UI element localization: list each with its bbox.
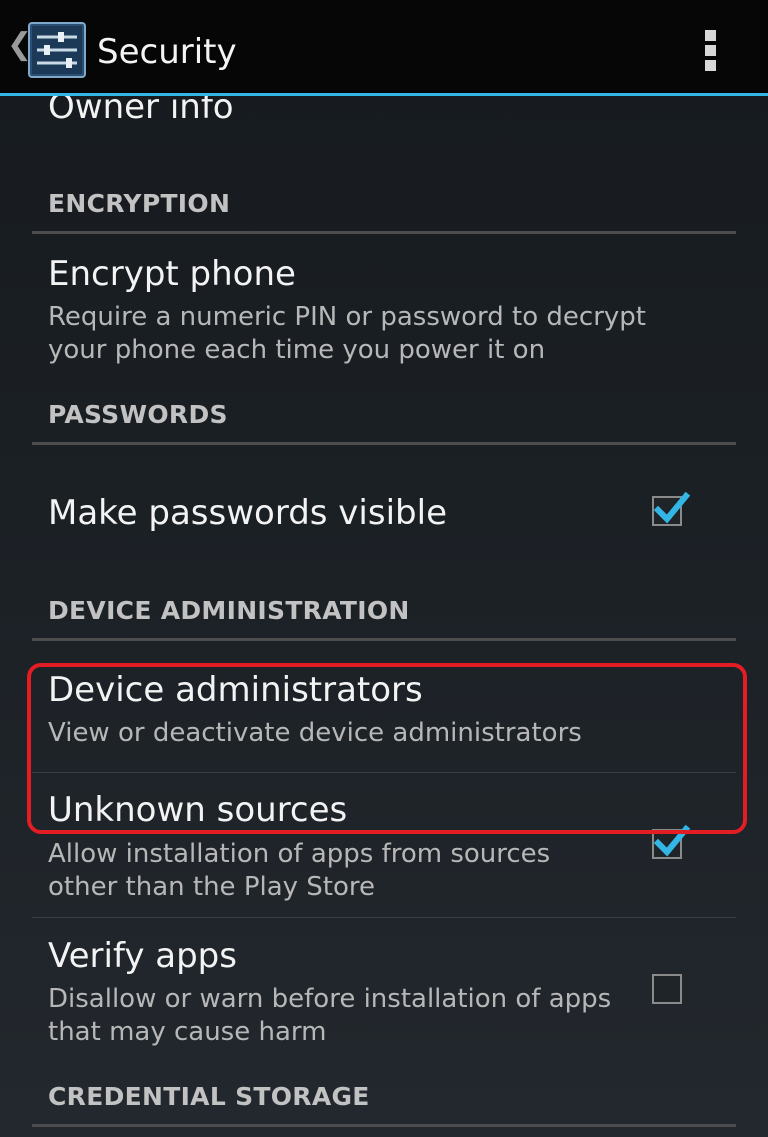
make-passwords-visible-checkbox[interactable] <box>652 491 691 526</box>
settings-sliders-icon[interactable] <box>28 22 86 78</box>
section-divider <box>32 442 736 445</box>
verify-apps-checkbox[interactable] <box>652 974 682 1004</box>
section-header-device-administration: DEVICE ADMINISTRATION <box>48 596 410 625</box>
highlight-box <box>27 663 747 834</box>
unknown-sources-summary: Allow installation of apps from sources … <box>48 839 551 902</box>
action-bar: ❮ Security <box>0 0 768 96</box>
section-header-encryption: ENCRYPTION <box>48 189 231 218</box>
page-title: Security <box>97 32 237 72</box>
encrypt-phone-summary: Require a numeric PIN or password to dec… <box>48 302 646 365</box>
encrypt-phone-title: Encrypt phone <box>48 254 296 294</box>
section-header-passwords: PASSWORDS <box>48 400 228 429</box>
owner-info-title[interactable]: Owner info <box>48 96 234 129</box>
item-divider <box>32 917 736 918</box>
settings-list[interactable]: Owner info ENCRYPTION Encrypt phone Requ… <box>0 96 768 1137</box>
checkmark-icon <box>653 491 691 524</box>
section-divider <box>32 231 736 234</box>
verify-apps-summary: Disallow or warn before installation of … <box>48 984 612 1047</box>
make-passwords-visible-title: Make passwords visible <box>48 493 447 533</box>
section-divider <box>32 638 736 641</box>
verify-apps-title: Verify apps <box>48 936 237 976</box>
section-header-credential-storage: CREDENTIAL STORAGE <box>48 1082 370 1111</box>
section-divider <box>32 1124 736 1127</box>
overflow-menu-icon[interactable] <box>704 30 718 72</box>
